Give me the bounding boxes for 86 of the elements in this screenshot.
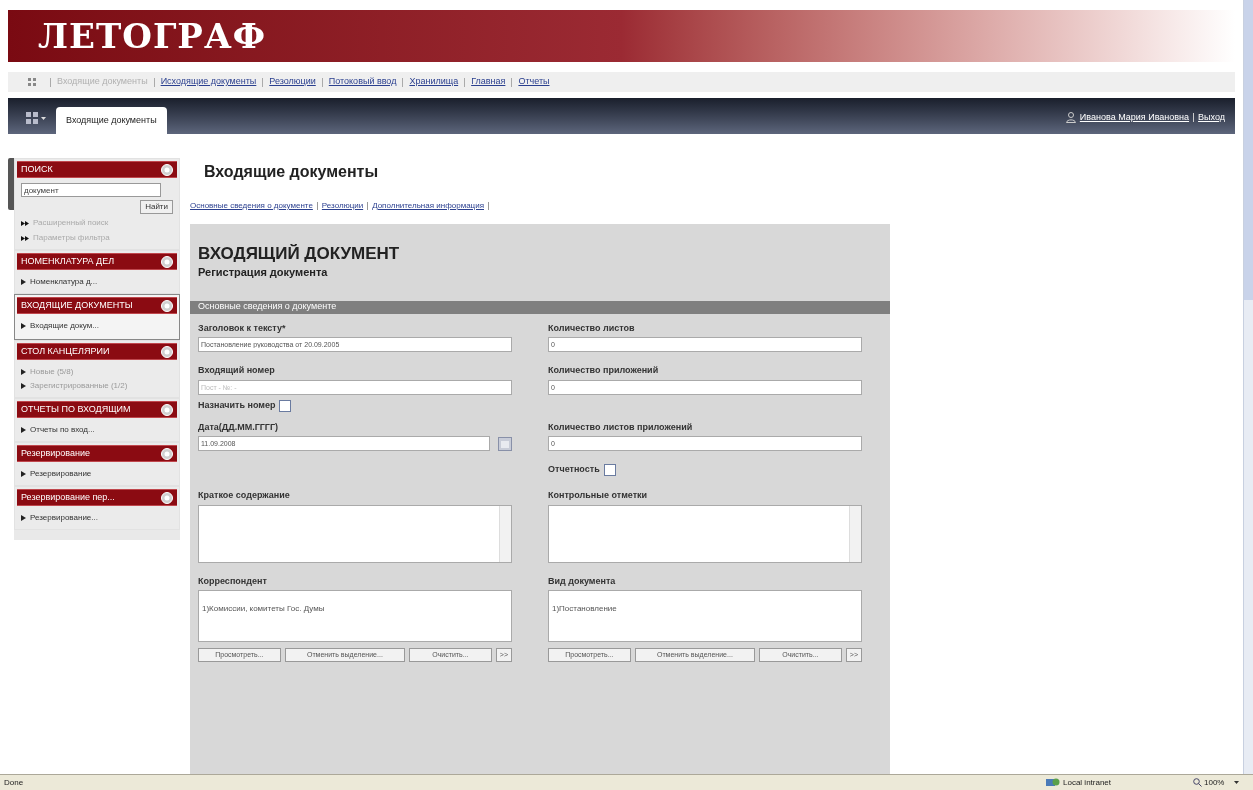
zoom-icon[interactable] [1193,778,1202,787]
field-label: Количество листов приложений [548,420,694,434]
caret-icon[interactable] [41,116,46,120]
collapse-icon[interactable] [161,447,173,460]
nav-link[interactable]: Исходящие документы [160,75,257,89]
panel-header[interactable]: ПОИСК [17,161,177,178]
logout-link[interactable]: Выход [1198,110,1225,124]
panel-title: ВХОДЯЩИЕ ДОКУМЕНТЫ [21,298,133,312]
field-label: Отчетность [548,463,600,477]
panel-header[interactable]: Резервирование [17,445,177,462]
find-button[interactable]: Найти [140,200,173,214]
nav-link[interactable]: Резолюции [269,75,316,89]
panel-title: Резервирование пер... [21,490,115,504]
nav-link[interactable]: Отчеты [518,75,550,89]
field-label: Входящий номер [198,364,276,377]
sidebar-item[interactable]: Резервирование... [30,512,160,523]
panel-header[interactable]: ВХОДЯЩИЕ ДОКУМЕНТЫ [17,297,177,314]
sidebar-item[interactable]: Отчеты по вход... [30,424,160,435]
field-label: Вид документа [548,574,617,588]
checkbox[interactable] [603,464,616,476]
scrollbar[interactable] [499,505,511,562]
scrollbar[interactable] [1243,0,1253,774]
panel-title: НОМЕНКЛАТУРА ДЕЛ [21,254,115,268]
panel-title: ОТЧЕТЫ ПО ВХОДЯЩИМ [21,402,131,416]
list-item[interactable]: 1)Комиссии, комитеты Гос. Думы [202,604,325,613]
caret-icon[interactable] [1234,781,1239,784]
field-label: Количество листов [548,321,636,335]
grid-icon[interactable] [28,78,36,86]
section-title: Основные сведения о документе [198,300,337,314]
field-label: Корреспондент [198,574,268,588]
apps-icon[interactable] [26,112,38,124]
list-box[interactable]: 1)Комиссии, комитеты Гос. Думы [198,590,512,642]
nav-link[interactable]: Потоковый ввод [328,75,397,89]
sidebar-item[interactable]: Резервирование [30,468,160,479]
form-title: ВХОДЯЩИЙ ДОКУМЕНТ [198,244,401,264]
panel-header[interactable]: НОМЕНКЛАТУРА ДЕЛ [17,253,177,270]
bullet-icon [21,279,26,285]
collapse-icon[interactable] [161,345,173,358]
search-field[interactable]: документ [21,183,161,197]
bullet-icon [21,427,26,433]
field-label: Дата(ДД.ММ.ГГГГ) [198,420,280,434]
list-box[interactable]: 1)Постановление [548,590,862,642]
double-arrow-icon [21,220,30,226]
sidebar-handle[interactable] [8,158,14,210]
field-label: Количество приложений [548,364,660,377]
nav-link[interactable]: Главная [471,75,506,89]
bullet-icon [21,369,26,375]
bullet-icon [21,383,26,389]
nav-link[interactable]: Хранилища [409,75,459,89]
collapse-icon[interactable] [161,163,173,176]
list-item[interactable]: 1)Постановление [552,604,617,613]
tab[interactable]: Входящие документы [56,107,167,134]
panel-header[interactable]: ОТЧЕТЫ ПО ВХОДЯЩИМ [17,401,177,418]
bullet-icon [21,471,26,477]
section-link[interactable]: Резолюции [321,200,364,212]
panel-header[interactable]: СТОЛ КАНЦЕЛЯРИИ [17,343,177,360]
panel-title: ПОИСК [21,162,53,176]
collapse-icon[interactable] [161,255,173,268]
field-label: Контрольные отметки [548,489,649,502]
status-text: Done [4,776,25,789]
panel-header[interactable]: Резервирование пер... [17,489,177,506]
sidebar-item[interactable]: Входящие докум... [30,320,160,331]
field-label: Краткое содержание [198,489,291,502]
zone-text: Local intranet [1063,776,1113,789]
user-link[interactable]: Иванова Мария Ивановна [1079,110,1190,124]
form-subtitle: Регистрация документа [198,265,329,280]
collapse-icon[interactable] [161,299,173,312]
section-link[interactable]: Основные сведения о документе [190,200,313,212]
page-title: Входящие документы [204,162,380,182]
sidebar-item[interactable]: Номенклатура д... [30,276,160,287]
checkbox[interactable] [279,399,292,412]
calendar-icon[interactable] [498,436,512,451]
collapse-icon[interactable] [161,403,173,416]
field-label: Заголовок к тексту* [198,321,287,335]
double-arrow-icon [21,235,30,241]
bullet-icon [21,515,26,521]
field-label: Назначить номер [198,398,276,412]
section-link[interactable]: Дополнительная информация [372,200,484,212]
zoom-text[interactable]: 100% [1204,776,1234,789]
logo[interactable]: ЛЕТОГРАФ [38,19,266,53]
bullet-icon [21,323,26,329]
collapse-icon[interactable] [161,491,173,504]
panel-title: Резервирование [21,446,90,460]
user-icon [1065,111,1076,123]
scrollbar[interactable] [849,505,861,562]
panel-title: СТОЛ КАНЦЕЛЯРИИ [21,344,110,358]
